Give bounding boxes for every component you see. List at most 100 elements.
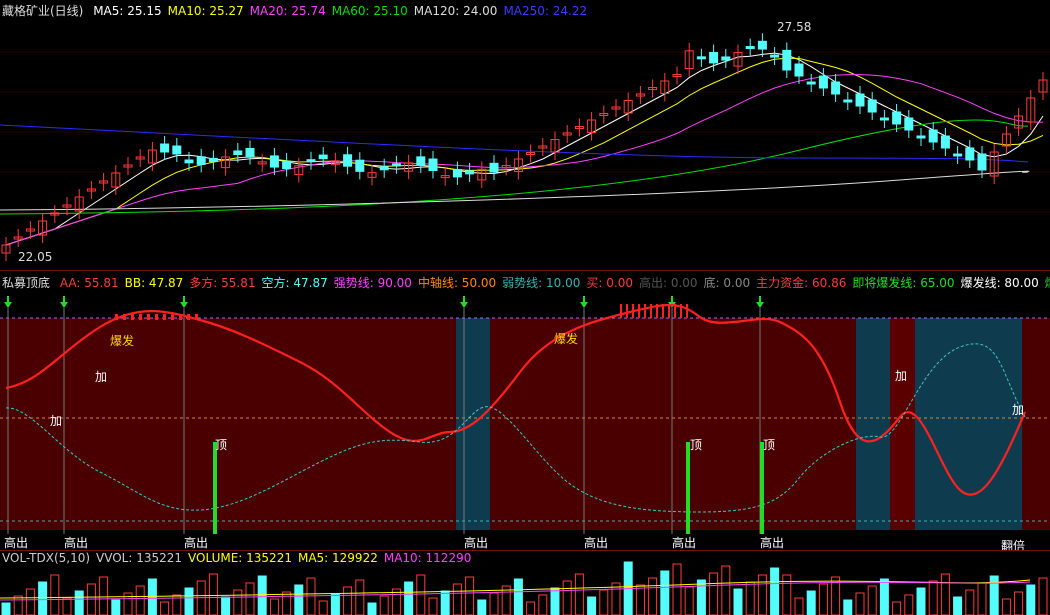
candle-body	[160, 143, 170, 153]
indicator-title: 私募顶底	[2, 276, 51, 290]
indicator-panel[interactable]: 私募顶底 AA: 55.81 BB: 47.87 多方: 55.81 空方: 47.8…	[0, 272, 1050, 550]
burst-mark	[656, 304, 658, 318]
ind-item-7: 买: 0.00	[586, 276, 633, 290]
candle-body	[306, 159, 316, 163]
candle-body	[977, 153, 987, 171]
candle-body	[953, 153, 963, 157]
ma-item-5: MA250: 24.22	[503, 4, 588, 18]
price-chart[interactable]	[0, 0, 1050, 270]
ma-item-3: MA60: 25.10	[331, 4, 408, 18]
volume-bar	[489, 592, 499, 615]
candle-body	[245, 147, 255, 157]
gaochu-label-5: 高出	[584, 536, 609, 550]
ind-item-3: 空方: 47.87	[261, 276, 328, 290]
candle-body	[172, 145, 182, 155]
burst-mark	[123, 314, 126, 320]
gaochu-label-2: 高出	[64, 536, 89, 550]
candle-body	[794, 63, 804, 77]
volume-bar	[562, 580, 572, 615]
volume-bar	[770, 567, 780, 615]
panel-separator	[0, 270, 1050, 271]
volume-bar	[660, 570, 670, 615]
volume-bar	[684, 586, 694, 615]
candle-body	[928, 129, 938, 143]
burst-mark	[680, 304, 682, 318]
candle-body	[818, 75, 828, 89]
candle-body	[745, 46, 755, 50]
burst-mark	[650, 304, 652, 318]
volume-bar	[843, 599, 853, 615]
burst-mark	[163, 314, 166, 320]
ind-item-9: 底: 0.00	[703, 276, 751, 290]
burst-mark	[115, 314, 118, 320]
ind-item-11: 即将爆发线: 65.00	[852, 276, 955, 290]
indicator-chart[interactable]	[0, 272, 1050, 550]
volume-bar	[355, 579, 365, 615]
candle-body	[904, 117, 914, 131]
candle-body	[709, 51, 719, 64]
candle-body	[940, 135, 950, 149]
volume-bar	[416, 574, 426, 615]
candle-body	[892, 111, 902, 125]
vol-item-1: VVOL: 135221	[96, 551, 183, 565]
candle-body	[843, 99, 853, 103]
volume-bar	[62, 597, 72, 615]
volume-panel[interactable]: VOL-TDX(5,10) VVOL: 135221 VOLUME: 135221 M…	[0, 550, 1050, 615]
volume-bar	[709, 572, 719, 615]
volume-bar	[672, 563, 682, 615]
volume-bar	[648, 577, 658, 615]
volume-bar	[696, 579, 706, 615]
volume-bar	[282, 591, 292, 615]
volume-bar	[1014, 591, 1024, 615]
price-chart-panel[interactable]: 藏格矿业(日线) MA5: 25.15 MA10: 25.27 MA20: 25.7…	[0, 0, 1050, 270]
burst-mark	[139, 314, 142, 320]
volume-bar	[111, 599, 121, 615]
volume-bar	[440, 590, 450, 615]
volume-bar	[404, 581, 414, 615]
gaochu-label-3: 高出	[184, 536, 209, 550]
volume-bar	[208, 573, 218, 615]
volume-bar	[611, 582, 621, 615]
volume-legend: VOL-TDX(5,10) VVOL: 135221 VOLUME: 135221 M…	[2, 551, 477, 565]
baofa-label-2: 爆发	[554, 332, 579, 346]
volume-bar	[965, 589, 975, 615]
buy-arrow-icon	[60, 296, 68, 308]
candle-body	[343, 154, 353, 167]
candle-body	[855, 93, 865, 107]
burst-mark	[131, 314, 134, 320]
volume-bar	[379, 595, 389, 615]
candle-body	[806, 81, 816, 85]
volume-bar	[1001, 598, 1011, 615]
candle-body	[379, 166, 389, 171]
candle-body	[879, 117, 889, 121]
volume-bar	[147, 578, 157, 615]
volume-bar	[550, 587, 560, 615]
volume-bar	[477, 599, 487, 615]
top-signal-bar	[760, 442, 764, 534]
volume-bar	[233, 589, 243, 615]
volume-bar	[574, 573, 584, 615]
jia-label-1: 加	[95, 370, 108, 384]
burst-mark	[187, 314, 190, 320]
volume-bar	[1038, 577, 1048, 615]
volume-bar	[452, 583, 462, 615]
ind-item-2: 多方: 55.81	[189, 276, 256, 290]
stock-title: 藏格矿业(日线)	[2, 4, 84, 18]
vol-item-2: VOLUME: 135221	[188, 551, 292, 565]
volume-bar	[245, 582, 255, 615]
buy-arrow-icon	[460, 296, 468, 308]
volume-bar	[733, 588, 743, 615]
ind-item-5: 中轴线: 50.00	[417, 276, 497, 290]
volume-bar	[1026, 584, 1036, 615]
ma-item-2: MA20: 25.74	[249, 4, 326, 18]
gaochu-label-6: 高出	[672, 536, 697, 550]
burst-mark	[662, 304, 664, 318]
candle-body	[318, 154, 328, 160]
volume-bar	[745, 581, 755, 615]
volume-bar	[757, 574, 767, 615]
candle-body	[416, 156, 426, 166]
volume-bar	[806, 590, 816, 615]
candle-body	[782, 49, 792, 71]
ma120-line	[0, 170, 1030, 211]
volume-bar	[538, 594, 548, 615]
